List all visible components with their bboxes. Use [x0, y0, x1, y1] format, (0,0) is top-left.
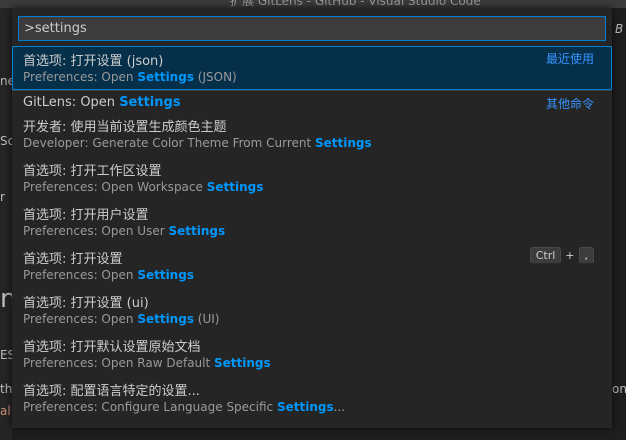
command-label: 首选项: 打开设置 (ui): [23, 296, 149, 311]
group-label-recent: 最近使用: [545, 52, 594, 66]
key-plus: +: [565, 249, 575, 262]
command-input[interactable]: [19, 17, 605, 40]
command-item-gitlens-open-settings[interactable]: GitLens: Open Settings 其他命令: [12, 90, 612, 112]
command-detail: Preferences: Open Settings (UI): [23, 312, 220, 326]
command-label: 首选项: 打开设置: [23, 252, 123, 267]
command-item-generate-color-theme[interactable]: 开发者: 使用当前设置生成颜色主题 Developer: Generate Co…: [12, 112, 612, 156]
group-label-other: 其他命令: [545, 97, 594, 111]
command-item-open-settings-ui[interactable]: 首选项: 打开设置 (ui) Preferences: Open Setting…: [12, 288, 612, 332]
command-label: 首选项: 打开用户设置: [23, 208, 149, 223]
command-detail: Preferences: Open Settings (JSON): [23, 70, 237, 84]
command-detail: Preferences: Open Raw Default Settings: [23, 356, 271, 370]
key-ctrl: Ctrl: [529, 247, 562, 264]
background-text: B: [615, 22, 624, 36]
command-detail: Preferences: Configure Language Specific…: [23, 400, 346, 414]
command-detail: Preferences: Open Workspace Settings: [23, 180, 264, 194]
command-label: 开发者: 使用当前设置生成颜色主题: [23, 120, 227, 135]
command-item-open-user-settings[interactable]: 首选项: 打开用户设置 Preferences: Open User Setti…: [12, 200, 612, 244]
command-label: 首选项: 打开设置 (json): [23, 54, 164, 69]
key-comma: ,: [578, 247, 594, 264]
command-palette: 首选项: 打开设置 (json) Preferences: Open Setti…: [12, 8, 612, 428]
window-title: 扩展 GitLens - GitHub - Visual Studio Code: [230, 0, 481, 8]
background-editor-left: [0, 8, 12, 440]
command-item-open-workspace-settings[interactable]: 首选项: 打开工作区设置 Preferences: Open Workspace…: [12, 156, 612, 200]
command-input-box: [18, 16, 606, 41]
command-detail: Developer: Generate Color Theme From Cur…: [23, 136, 372, 150]
background-text: al: [0, 404, 11, 418]
command-label: 首选项: 打开默认设置原始文档: [23, 340, 201, 355]
command-list: 首选项: 打开设置 (json) Preferences: Open Setti…: [12, 46, 612, 420]
background-editor-right: [612, 8, 626, 440]
command-item-configure-language-settings[interactable]: 首选项: 配置语言特定的设置... Preferences: Configure…: [12, 376, 612, 420]
command-label: 首选项: 配置语言特定的设置...: [23, 384, 200, 399]
window-titlebar: 扩展 GitLens - GitHub - Visual Studio Code: [0, 0, 626, 8]
keybinding: Ctrl + ,: [529, 247, 594, 264]
background-text: th: [0, 382, 13, 396]
command-detail: Preferences: Open User Settings: [23, 224, 226, 238]
command-item-open-settings-json[interactable]: 首选项: 打开设置 (json) Preferences: Open Setti…: [12, 46, 612, 90]
command-detail: Preferences: Open Settings: [23, 268, 194, 282]
command-label: GitLens: Open Settings: [23, 95, 181, 110]
background-text: on.: [612, 382, 626, 396]
command-label: 首选项: 打开工作区设置: [23, 164, 162, 179]
background-text: r: [0, 190, 5, 204]
command-item-open-raw-default-settings[interactable]: 首选项: 打开默认设置原始文档 Preferences: Open Raw De…: [12, 332, 612, 376]
command-item-open-settings[interactable]: 首选项: 打开设置 Preferences: Open Settings Ctr…: [12, 244, 612, 288]
